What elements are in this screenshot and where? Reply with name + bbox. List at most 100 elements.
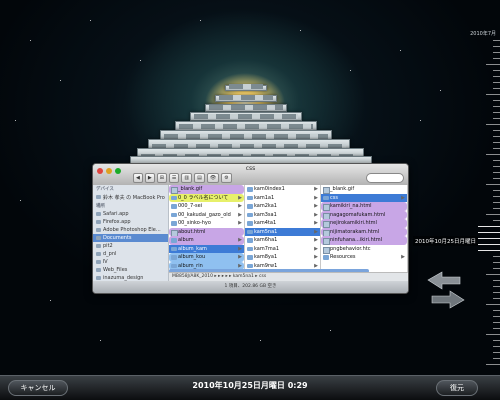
file-row[interactable]: kam4ta1 ▶ [245,219,320,228]
timeline-tick[interactable] [493,178,500,179]
file-row[interactable]: album ▶ [169,236,244,245]
timeline-tick[interactable] [493,148,500,149]
timeline-tick[interactable] [493,310,500,311]
toolbar-button-6[interactable]: 👁 [206,173,220,183]
sidebar-place-item[interactable]: Firefox.app [93,218,168,226]
timeline-tick[interactable] [486,124,500,125]
timeline-tick[interactable] [493,346,500,347]
timeline-tick[interactable] [478,250,500,251]
timeline-tick[interactable] [486,334,500,335]
restore-button[interactable]: 復元 [436,380,478,396]
timeline-tick[interactable] [493,58,500,59]
sidebar-place-item[interactable]: Adobe Photoshop Ele... [93,226,168,234]
timeline-tick[interactable] [493,256,500,257]
timeline-tick[interactable] [493,118,500,119]
timeline-tick[interactable] [493,160,500,161]
timeline-tick[interactable] [493,112,500,113]
finder-window[interactable]: css ◀ ▶ ⊞ ☰ ▥ ▤ 👁 ⚙ デバイス 鈴木 孝夫 の MacBook Pro 場所… [92,163,409,294]
file-row[interactable]: 00_kakudai_gazo_old ▶ [169,211,244,220]
file-row[interactable]: about.html [169,227,244,237]
timeline-tick[interactable] [493,352,500,353]
timeline-tick[interactable] [493,40,500,41]
file-row[interactable]: 000_7-sei ▶ [169,202,244,211]
timeline-tick[interactable] [493,136,500,137]
timeline-tick[interactable] [493,172,500,173]
file-row[interactable]: 00_sinko-hyo ▶ [169,219,244,228]
snapshot-window[interactable] [225,84,267,91]
snapshot-window[interactable] [215,95,277,102]
file-row[interactable]: css ▶ [321,193,407,202]
file-row[interactable]: nejirokamikiri.html [321,219,407,228]
timeline-tick[interactable] [486,304,500,305]
sidebar-place-item[interactable]: pit2 [93,242,168,250]
file-row[interactable]: _blank.gif [321,185,407,194]
timeline-tick[interactable] [493,166,500,167]
toolbar-button-3[interactable]: ☰ [168,173,180,183]
timeline-tick[interactable] [493,316,500,317]
toolbar-button-4[interactable]: ▥ [181,173,193,183]
file-row[interactable]: 0_0 ラベル名について ▶ [169,193,244,202]
file-row[interactable]: kam7ma1 ▶ [245,245,320,254]
timeline-tick[interactable] [493,130,500,131]
file-row[interactable]: kam0index1 ▶ [245,185,320,194]
sidebar-place-item[interactable]: Ⅳ [93,258,168,266]
toolbar-button-7[interactable]: ⚙ [221,173,232,183]
timeline-tick[interactable] [493,70,500,71]
column-3[interactable]: _blank.gif css ▶ kamikiri_na.html nagagomafu… [321,185,408,281]
finder-titlebar[interactable]: css ◀ ▶ ⊞ ☰ ▥ ▤ 👁 ⚙ [93,164,408,185]
toolbar-button-2[interactable]: ⊞ [156,173,167,183]
snapshot-window[interactable] [205,104,287,112]
timeline-tick[interactable] [493,286,500,287]
sidebar-place-item[interactable]: d_pnl [93,250,168,258]
toolbar-button-0[interactable]: ◀ [133,173,143,183]
timeline-tick[interactable] [493,268,500,269]
timeline-tick[interactable] [478,226,500,227]
file-row[interactable]: ninfuhana...ikiri.html [321,236,407,245]
search-field[interactable] [366,173,404,183]
timeline-tick[interactable] [486,154,500,155]
timeline-tick[interactable] [493,142,500,143]
sidebar-device-item[interactable]: 鈴木 孝夫 の MacBook Pro [93,193,168,202]
timeline-tick[interactable] [493,76,500,77]
timeline-tick[interactable] [493,328,500,329]
timeline-tick[interactable] [493,292,500,293]
column-2[interactable]: kam0index1 ▶ kam1a1 ▶ kam2ka1 ▶ kam3sa1 ▶ kam4ta… [245,185,321,281]
file-row[interactable]: nijimatorakam.html [321,227,407,237]
file-row[interactable]: kam8ya1 ▶ [245,253,320,262]
sidebar-place-item[interactable]: Documents [93,234,168,242]
timeline-tick[interactable] [493,322,500,323]
back-arrow-icon[interactable] [427,271,461,290]
timeline-tick[interactable] [493,88,500,89]
timeline-tick[interactable] [486,94,500,95]
timeline-tick[interactable] [493,202,500,203]
timeline-tick[interactable] [486,274,500,275]
timeline-tick[interactable] [493,220,500,221]
timeline-tick[interactable] [493,340,500,341]
sidebar-place-item[interactable]: Safari.app [93,210,168,218]
timeline-tick[interactable] [486,364,500,365]
file-row[interactable]: kam6ha1 ▶ [245,236,320,245]
snapshot-window[interactable] [190,112,302,121]
timeline-tick[interactable] [486,64,500,65]
timeline-tick[interactable] [486,214,500,215]
timeline-tick[interactable] [493,280,500,281]
sidebar-place-item[interactable]: Web_Files [93,266,168,274]
toolbar-button-5[interactable]: ▤ [194,173,205,183]
file-row[interactable]: kam5na1 ▶ [245,227,320,236]
path-bar[interactable]: MB858J/A8K_2010 ▸ ▸ ▸ ▸ ▸ kam5na1 ▸ css [169,272,408,281]
timeline[interactable]: 2010年7月 [470,30,500,370]
toolbar-button-1[interactable]: ▶ [144,173,155,183]
timeline-tick[interactable] [493,358,500,359]
timeline-tick[interactable] [493,298,500,299]
file-row[interactable]: pngbehavior.htc [321,245,407,254]
timeline-tick[interactable] [493,190,500,191]
timeline-tick[interactable] [478,238,500,239]
timeline-tick[interactable] [478,232,500,233]
file-row[interactable]: album_kam ▶ [169,244,244,253]
file-row[interactable]: kamikiri_na.html [321,202,407,211]
file-row[interactable]: album_kou ▶ [169,253,244,262]
file-row[interactable]: Resources ▶ [321,253,407,262]
timeline-tick[interactable] [493,82,500,83]
file-row[interactable]: kam3sa1 ▶ [245,211,320,220]
timeline-tick[interactable] [493,196,500,197]
